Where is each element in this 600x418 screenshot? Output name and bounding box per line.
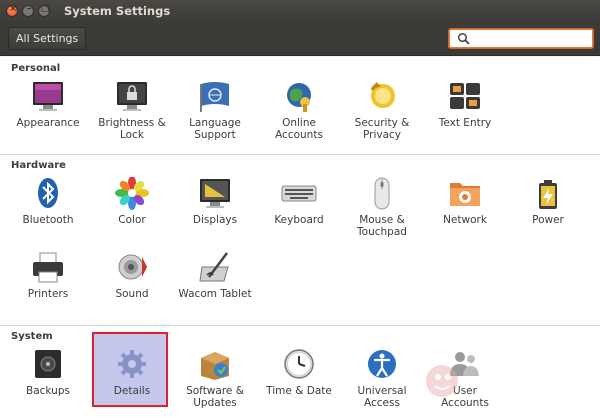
item-online-accounts[interactable]: Online Accounts [262, 80, 336, 141]
item-keyboard[interactable]: Keyboard [262, 177, 336, 226]
maximize-window-button[interactable]: □ [38, 4, 50, 17]
item-label: Keyboard [274, 214, 324, 226]
item-label: Universal Access [357, 385, 407, 409]
keyboard-icon [281, 185, 317, 202]
minimize-icon: – [26, 4, 32, 14]
printer-icon [33, 252, 63, 283]
software-updates-box-icon [201, 352, 229, 380]
close-icon: × [9, 4, 17, 14]
item-label: Time & Date [266, 385, 332, 397]
bluetooth-icon [38, 178, 58, 208]
item-network[interactable]: Network [428, 177, 502, 226]
item-label: Text Entry [438, 117, 492, 129]
mouse-icon [374, 177, 390, 210]
search-input[interactable] [473, 31, 589, 46]
wacom-tablet-icon [199, 252, 229, 282]
window-title: System Settings [64, 4, 171, 18]
item-brightness-lock[interactable]: Brightness & Lock [95, 80, 169, 141]
toolbar: All Settings [0, 22, 600, 56]
item-label: Displays [192, 214, 238, 226]
item-language-support[interactable]: Language Support [178, 80, 252, 141]
section-title-personal: Personal [11, 63, 61, 74]
brightness-lock-icon [117, 82, 147, 111]
item-label: Online Accounts [275, 117, 323, 141]
item-printers[interactable]: Printers [11, 251, 85, 300]
window-controls: × – □ [6, 4, 50, 17]
maximize-icon: □ [40, 4, 50, 14]
universal-access-icon [368, 350, 396, 378]
watermark-logo-icon [426, 365, 458, 397]
network-folder-icon [450, 183, 480, 206]
appearance-icon [33, 82, 63, 111]
item-label: Mouse & Touchpad [357, 214, 407, 238]
language-flag-icon [200, 82, 229, 112]
color-flower-icon [115, 177, 149, 210]
item-label: Appearance [16, 117, 80, 129]
item-time-date[interactable]: Time & Date [262, 348, 336, 397]
item-displays[interactable]: Displays [178, 177, 252, 226]
item-mouse-touchpad[interactable]: Mouse & Touchpad [345, 177, 419, 238]
section-divider [0, 154, 600, 155]
item-label: Printers [27, 288, 69, 300]
section-title-hardware: Hardware [11, 160, 66, 171]
item-sound[interactable]: Sound [95, 251, 169, 300]
item-label: Details [113, 385, 151, 397]
item-text-entry[interactable]: Text Entry [428, 80, 502, 129]
minimize-window-button[interactable]: – [22, 4, 34, 17]
sound-speaker-icon [118, 254, 147, 280]
item-details[interactable]: Details [92, 332, 169, 407]
item-label: Language Support [189, 117, 241, 141]
text-entry-keyboard-icon [450, 83, 480, 109]
item-appearance[interactable]: Appearance [11, 80, 85, 129]
item-security-privacy[interactable]: Security & Privacy [345, 80, 419, 141]
section-title-system: System [11, 331, 53, 342]
item-label: Network [443, 214, 487, 226]
item-label: Power [532, 214, 564, 226]
settings-panel: Personal Appearance Brightness & Lock La… [0, 57, 600, 418]
item-label: Brightness & Lock [98, 117, 166, 141]
search-field[interactable] [448, 28, 594, 49]
section-divider [0, 325, 600, 326]
item-bluetooth[interactable]: Bluetooth [11, 177, 85, 226]
power-battery-icon [539, 180, 557, 209]
item-label: Bluetooth [22, 214, 74, 226]
item-color[interactable]: Color [95, 177, 169, 226]
search-icon [457, 32, 470, 45]
item-label: Sound [115, 288, 149, 300]
item-label: Security & Privacy [354, 117, 410, 141]
security-privacy-icon [370, 82, 395, 108]
online-accounts-icon [287, 83, 311, 112]
item-label: Software & Updates [186, 385, 244, 409]
details-gear-icon [118, 350, 146, 378]
item-label: Backups [26, 385, 70, 397]
item-label: Color [118, 214, 146, 226]
item-label: Wacom Tablet [178, 288, 252, 300]
displays-icon [200, 179, 230, 208]
item-power[interactable]: Power [511, 177, 585, 226]
clock-icon [284, 349, 314, 379]
all-settings-button[interactable]: All Settings [8, 27, 87, 50]
title-bar: × – □ System Settings [0, 0, 600, 22]
item-wacom-tablet[interactable]: Wacom Tablet [178, 251, 252, 300]
item-universal-access[interactable]: Universal Access [345, 348, 419, 409]
close-window-button[interactable]: × [6, 4, 18, 17]
item-backups[interactable]: Backups [11, 348, 85, 397]
backups-safe-icon [35, 350, 61, 378]
item-software-updates[interactable]: Software & Updates [178, 348, 252, 409]
